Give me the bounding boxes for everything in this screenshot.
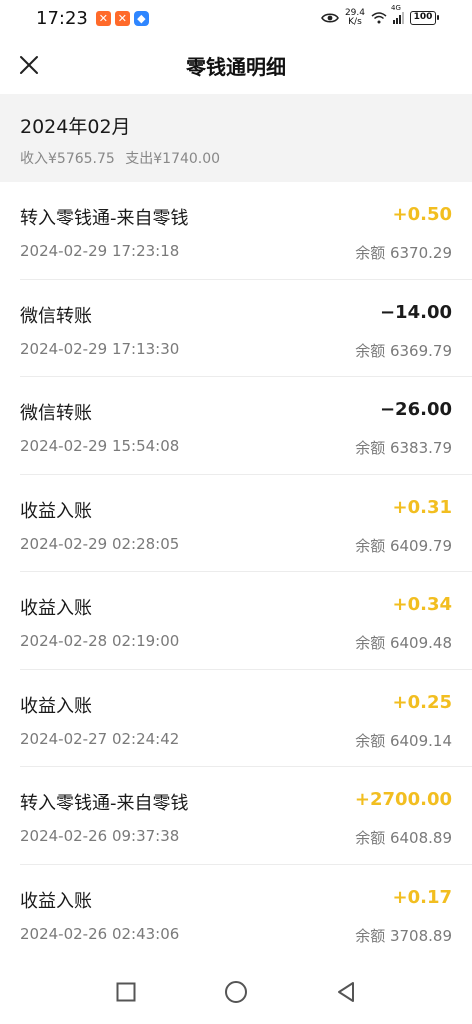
transaction-title: 微信转账	[20, 403, 92, 424]
page-header: 零钱通明细	[0, 36, 472, 94]
transaction-time: 2024-02-27 02:24:42	[20, 729, 180, 748]
transaction-time: 2024-02-26 02:43:06	[20, 924, 180, 943]
transaction-balance: 余额 6408.89	[355, 829, 452, 847]
transaction-title: 收益入账	[20, 598, 92, 619]
transaction-amount: +2700.00	[354, 789, 452, 810]
triangle-back-icon	[338, 982, 354, 1002]
close-icon	[20, 56, 38, 74]
transaction-item[interactable]: 转入零钱通-来自零钱 +2700.00 2024-02-26 09:37:38 …	[20, 767, 472, 865]
system-nav-bar	[0, 960, 472, 1024]
transaction-title: 微信转账	[20, 305, 92, 327]
transaction-item[interactable]: 转入零钱通-来自零钱 +0.50 2024-02-29 17:23:18 余额 …	[20, 182, 472, 280]
wifi-icon	[371, 12, 387, 24]
status-bar: 17:23 ✕ ✕ ◆ 29.4 K/s 4G 100	[0, 0, 472, 36]
transaction-title: 收益入账	[20, 890, 92, 912]
net-speed-unit: K/s	[348, 17, 362, 27]
transaction-time: 2024-02-29 17:13:30	[20, 339, 180, 358]
transaction-amount: +0.50	[392, 204, 453, 225]
transaction-time: 2024-02-26 09:37:38	[20, 827, 180, 845]
transaction-balance: 余额 3708.89	[355, 926, 452, 945]
notification-app-icon: ✕	[95, 10, 111, 26]
transaction-title: 转入零钱通-来自零钱	[20, 208, 189, 229]
circle-icon	[225, 981, 247, 1003]
status-right: 29.4 K/s 4G 100	[321, 4, 439, 27]
status-time: 17:23	[36, 7, 88, 29]
transaction-balance: 余额 6409.48	[355, 634, 452, 652]
transaction-time: 2024-02-29 15:54:08	[20, 437, 180, 455]
page-title: 零钱通明细	[186, 54, 286, 79]
network-type-label: 4G	[391, 4, 401, 12]
transaction-item[interactable]: 收益入账 +0.17 2024-02-26 02:43:06 余额 3708.8…	[20, 865, 472, 962]
month-title[interactable]: 2024年02月	[20, 112, 452, 139]
transaction-time: 2024-02-29 17:23:18	[20, 242, 180, 260]
transaction-item[interactable]: 收益入账 +0.31 2024-02-29 02:28:05 余额 6409.7…	[20, 475, 472, 572]
transaction-balance: 余额 6409.79	[355, 536, 452, 555]
transaction-title: 转入零钱通-来自零钱	[20, 793, 189, 814]
month-summary: 收入¥5765.75 支出¥1740.00	[20, 148, 452, 168]
month-income: 收入¥5765.75	[20, 151, 115, 167]
transaction-amount: +0.34	[392, 594, 453, 615]
transaction-title: 收益入账	[20, 695, 92, 717]
transaction-time: 2024-02-29 02:28:05	[20, 534, 180, 553]
status-left: 17:23 ✕ ✕ ◆	[36, 8, 149, 29]
transaction-amount: +0.25	[392, 691, 453, 713]
net-speed: 29.4 K/s	[345, 9, 365, 27]
signal-icon: 4G	[391, 4, 404, 24]
transaction-list: 转入零钱通-来自零钱 +0.50 2024-02-29 17:23:18 余额 …	[0, 182, 472, 962]
transaction-amount: +0.17	[392, 886, 453, 908]
transaction-time: 2024-02-28 02:19:00	[20, 632, 180, 650]
month-expense: 支出¥1740.00	[125, 151, 221, 167]
month-summary-section[interactable]: 2024年02月 收入¥5765.75 支出¥1740.00	[0, 94, 472, 182]
transaction-item[interactable]: 微信转账 −14.00 2024-02-29 17:13:30 余额 6369.…	[20, 280, 472, 377]
transaction-amount: +0.31	[392, 496, 453, 518]
transaction-item[interactable]: 收益入账 +0.25 2024-02-27 02:24:42 余额 6409.1…	[20, 670, 472, 767]
square-icon	[116, 982, 136, 1002]
home-button[interactable]	[221, 977, 251, 1007]
close-button[interactable]	[10, 46, 48, 84]
transaction-balance: 余额 6409.14	[355, 731, 452, 750]
notification-shield-icon: ◆	[133, 10, 149, 26]
transaction-title: 收益入账	[20, 500, 92, 522]
transaction-balance: 余额 6383.79	[355, 439, 452, 457]
transaction-balance: 余额 6370.29	[355, 244, 452, 262]
transaction-balance: 余额 6369.79	[355, 341, 452, 360]
transaction-item[interactable]: 微信转账 −26.00 2024-02-29 15:54:08 余额 6383.…	[20, 377, 472, 475]
recent-apps-button[interactable]	[111, 977, 141, 1007]
battery-level: 100	[413, 12, 433, 22]
back-button[interactable]	[331, 977, 361, 1007]
notification-app-icon: ✕	[114, 10, 130, 26]
eye-icon	[321, 13, 339, 23]
transaction-amount: −14.00	[379, 301, 452, 323]
transaction-amount: −26.00	[379, 399, 452, 420]
transaction-item[interactable]: 收益入账 +0.34 2024-02-28 02:19:00 余额 6409.4…	[20, 572, 472, 670]
battery-icon: 100	[410, 11, 439, 25]
